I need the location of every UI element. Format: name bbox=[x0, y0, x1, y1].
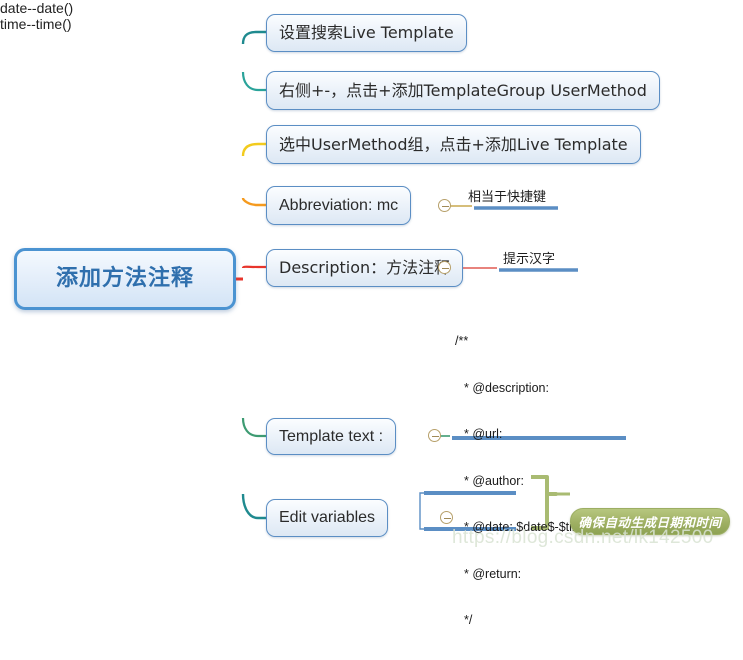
variables-bracket bbox=[419, 492, 424, 530]
branch-line-4 bbox=[241, 197, 266, 207]
branch-line-6 bbox=[241, 417, 266, 438]
node-abbreviation[interactable]: Abbreviation: mc bbox=[266, 186, 412, 225]
template-text-code-block: /** * @description: * @url: * @author: *… bbox=[455, 303, 596, 660]
mindmap-canvas: 添加方法注释 设置搜索Live Template 右侧+-，点击+添加Templ… bbox=[0, 0, 743, 627]
code-line-6: * @return: bbox=[464, 566, 522, 581]
node-add-live-template[interactable]: 选中UserMethod组，点击+添加Live Template bbox=[266, 125, 641, 164]
node-label: Abbreviation: mc bbox=[279, 196, 399, 214]
annotation-abbreviation: 相当于快捷键 bbox=[468, 190, 547, 205]
code-line-2: * @description: bbox=[464, 380, 549, 395]
node-add-template-group[interactable]: 右侧+-，点击+添加TemplateGroup UserMethod bbox=[266, 71, 660, 110]
collapse-toggle-edit-variables[interactable] bbox=[440, 511, 453, 524]
branch-line-7 bbox=[241, 493, 266, 520]
code-line-4: * @author: bbox=[464, 473, 524, 488]
node-description[interactable]: Description：方法注释 bbox=[266, 249, 464, 287]
code-line-1: /** bbox=[455, 334, 469, 348]
root-node-label: 添加方法注释 bbox=[55, 266, 194, 291]
branch-line-5 bbox=[241, 265, 266, 269]
collapse-toggle-abbreviation[interactable] bbox=[438, 199, 451, 212]
branch-line-2 bbox=[241, 71, 266, 92]
watermark: https://blog.csdn.net/lk142500 bbox=[452, 527, 714, 548]
collapse-toggle-template-text[interactable] bbox=[428, 429, 441, 442]
collapse-toggle-description[interactable] bbox=[438, 261, 451, 274]
code-line-7: */ bbox=[464, 613, 473, 627]
node-search-live-template[interactable]: 设置搜索Live Template bbox=[266, 14, 467, 52]
node-label: 设置搜索Live Template bbox=[279, 23, 454, 42]
annotation-description: 提示汉字 bbox=[503, 252, 556, 267]
code-line-3: * @url: bbox=[464, 427, 503, 441]
node-label: 选中UserMethod组，点击+添加Live Template bbox=[279, 134, 628, 154]
node-label: 右侧+-，点击+添加TemplateGroup UserMethod bbox=[279, 80, 647, 100]
node-edit-variables[interactable]: Edit variables bbox=[266, 499, 389, 537]
node-template-text[interactable]: Template text : bbox=[266, 418, 397, 455]
node-label: Template text : bbox=[279, 427, 384, 445]
node-label: Edit variables bbox=[279, 509, 376, 526]
node-label: Description：方法注释 bbox=[279, 258, 451, 277]
branch-line-1 bbox=[241, 30, 266, 45]
branch-line-3 bbox=[241, 142, 266, 157]
root-node[interactable]: 添加方法注释 bbox=[14, 248, 236, 310]
